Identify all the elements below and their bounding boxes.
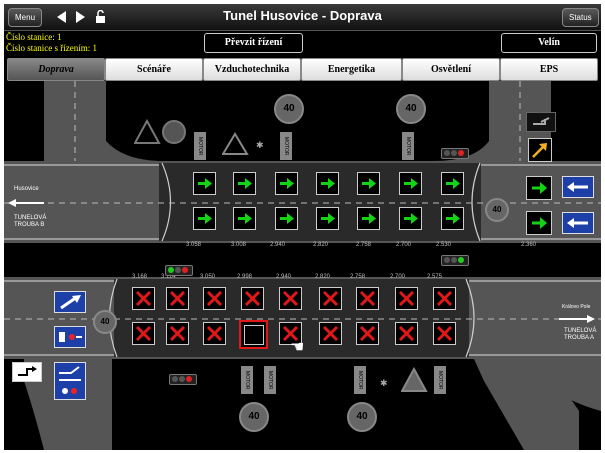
selected-signal[interactable]	[239, 320, 268, 349]
tab-vzduchotechnika[interactable]: Vzduchotechnika	[203, 58, 301, 81]
warning-sign-icon	[134, 119, 186, 144]
speed-limit-icon: 40	[93, 310, 117, 334]
traffic-light-icon[interactable]	[165, 265, 193, 276]
green-arrow-icon[interactable]	[399, 172, 422, 195]
lane-left-arrow-button[interactable]	[562, 176, 594, 198]
motor-stop-sign-icon: MOTOR STOP	[345, 366, 366, 394]
green-arrow-icon[interactable]	[441, 207, 464, 230]
top-bar: Menu Tunel Husovice - Doprava Status	[4, 4, 601, 31]
distance-label: 2.360	[521, 242, 537, 248]
distance-label: 3.168	[132, 274, 148, 280]
tab-doprava[interactable]: Doprava	[7, 58, 105, 81]
red-cross-icon[interactable]	[241, 287, 264, 310]
distance-label: 2.820	[313, 242, 329, 248]
motor-stop-sign-icon: MOTOR STOP	[185, 132, 206, 160]
distance-label: 3.050	[200, 274, 216, 280]
diagonal-arrow-button[interactable]	[54, 291, 86, 313]
lane-control-button[interactable]	[54, 326, 86, 348]
red-cross-icon[interactable]	[433, 322, 456, 345]
green-arrow-icon[interactable]	[193, 207, 216, 230]
green-arrow-icon[interactable]	[357, 172, 380, 195]
motor-stop-sign-icon: MOTOR STOP	[255, 366, 276, 394]
takeover-button[interactable]: Převzít řízení	[204, 33, 303, 53]
red-cross-icon[interactable]	[319, 322, 342, 345]
distance-label: 2.575	[427, 274, 443, 280]
tab-energetika[interactable]: Energetika	[301, 58, 402, 81]
speed-limit-icon: 40	[347, 402, 377, 432]
distance-label: 2.758	[350, 274, 366, 280]
motor-stop-sign-icon: MOTOR STOP	[425, 366, 446, 394]
green-arrow-icon[interactable]	[275, 207, 298, 230]
red-cross-icon[interactable]	[319, 287, 342, 310]
green-arrow-icon[interactable]	[233, 207, 256, 230]
green-arrow-icon[interactable]	[316, 172, 339, 195]
green-arrow-icon[interactable]	[357, 207, 380, 230]
red-cross-icon[interactable]	[395, 322, 418, 345]
traffic-light-icon[interactable]	[441, 148, 469, 159]
distance-label: 3.008	[231, 242, 247, 248]
turn-sign-icon[interactable]	[526, 112, 556, 132]
control-station-number: Číslo stanice s řízením: 1	[6, 43, 97, 53]
red-cross-icon[interactable]	[203, 322, 226, 345]
tunnel-a-name: TUNELOVÁ TROUBA A	[564, 328, 597, 341]
kralovo-pole-label: Královo Pole	[562, 304, 591, 310]
station-number: Číslo stanice: 1	[6, 32, 62, 42]
station-info: Číslo stanice: 1 Číslo stanice s řízením…	[6, 32, 97, 54]
red-cross-icon[interactable]	[132, 287, 155, 310]
velin-button[interactable]: Velín	[501, 33, 597, 53]
green-arrow-icon[interactable]	[275, 172, 298, 195]
green-arrow-icon[interactable]	[193, 172, 216, 195]
road-map	[4, 81, 601, 450]
distance-label: 3.058	[186, 242, 202, 248]
traffic-light-icon[interactable]	[441, 255, 469, 266]
tab-eps[interactable]: EPS	[500, 58, 598, 81]
speed-limit-icon: 40	[485, 198, 509, 222]
page-title: Tunel Husovice - Doprava	[223, 8, 382, 23]
hand-cursor-icon: ☚	[290, 339, 305, 356]
motor-stop-sign-icon: MOTOR STOP	[271, 132, 292, 160]
diagonal-arrow-icon[interactable]	[528, 138, 552, 162]
lane-left-arrow-button[interactable]	[562, 212, 594, 234]
green-arrow-icon[interactable]	[233, 172, 256, 195]
distance-label: 2.820	[315, 274, 331, 280]
distance-label: 2.940	[270, 242, 286, 248]
distance-label: 2.758	[356, 242, 372, 248]
speed-limit-icon: 40	[239, 402, 269, 432]
red-cross-icon[interactable]	[356, 322, 379, 345]
distance-label: 2.700	[390, 274, 406, 280]
distance-label: 2.700	[396, 242, 412, 248]
red-cross-icon[interactable]	[203, 287, 226, 310]
red-cross-icon[interactable]	[166, 287, 189, 310]
app-frame: Menu Tunel Husovice - Doprava Status Čís…	[4, 4, 601, 450]
status-button[interactable]: Status	[562, 8, 599, 27]
speed-limit-icon: 40	[396, 94, 426, 124]
green-arrow-icon[interactable]	[526, 176, 552, 200]
turn-sign-icon[interactable]	[12, 362, 42, 382]
husovice-label: Husovice	[14, 186, 39, 192]
green-arrow-icon[interactable]	[526, 211, 552, 235]
lane-merge-sign-icon[interactable]	[54, 362, 86, 400]
motor-stop-sign-icon: MOTOR STOP	[393, 132, 414, 160]
green-arrow-icon[interactable]	[316, 207, 339, 230]
speed-limit-icon: 40	[274, 94, 304, 124]
distance-label: 2.530	[436, 242, 452, 248]
snowflake-icon: ✱	[380, 378, 388, 388]
green-arrow-icon[interactable]	[441, 172, 464, 195]
distance-label: 2.998	[237, 274, 253, 280]
snowflake-icon: ✱	[256, 140, 264, 150]
distance-label: 2.940	[276, 274, 292, 280]
traffic-light-icon[interactable]	[169, 374, 197, 385]
tab-osvetleni[interactable]: Osvětlení	[402, 58, 500, 81]
red-cross-icon[interactable]	[279, 287, 302, 310]
red-cross-icon[interactable]	[356, 287, 379, 310]
green-arrow-icon[interactable]	[399, 207, 422, 230]
red-cross-icon[interactable]	[132, 322, 155, 345]
tunnel-b-name: TUNELOVÁ TROUBA B	[14, 215, 47, 228]
red-cross-icon[interactable]	[433, 287, 456, 310]
warning-sign-icon	[222, 132, 249, 155]
red-cross-icon[interactable]	[395, 287, 418, 310]
tab-scenare[interactable]: Scénáře	[105, 58, 203, 81]
red-cross-icon[interactable]	[166, 322, 189, 345]
